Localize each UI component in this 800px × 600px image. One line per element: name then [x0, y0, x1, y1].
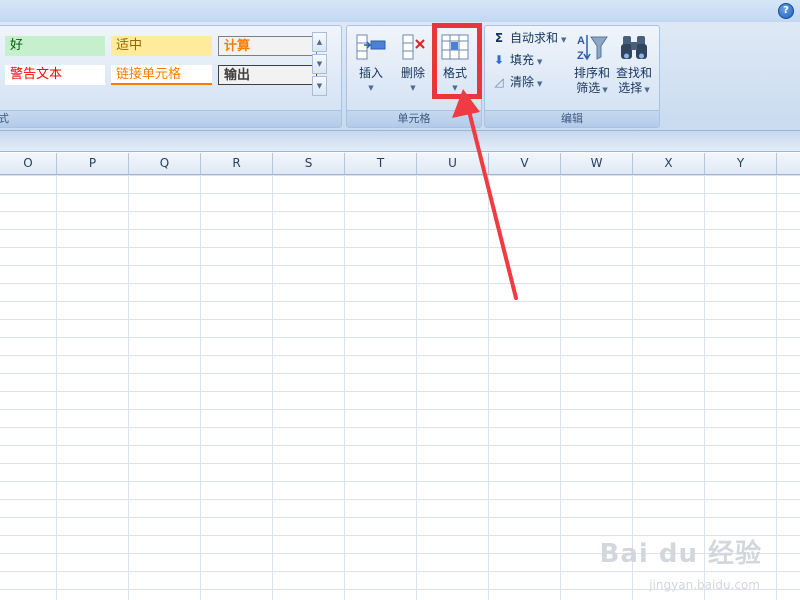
baidu-watermark-url: jingyan.baidu.com — [649, 578, 760, 592]
baidu-watermark: Bai du 经验 — [599, 539, 762, 569]
annotation-arrow — [452, 89, 518, 300]
